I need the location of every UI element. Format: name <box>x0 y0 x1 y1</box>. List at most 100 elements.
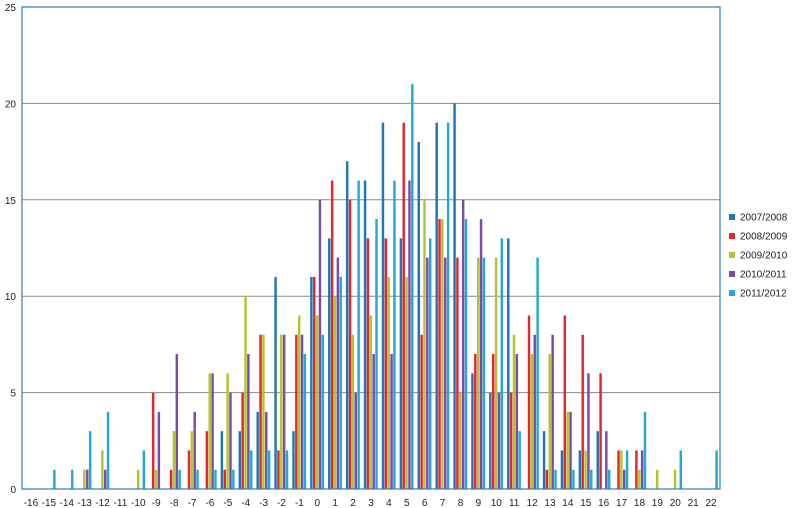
bar <box>405 276 408 489</box>
bar <box>274 276 277 489</box>
bar <box>330 180 334 489</box>
x-tick-label: 7 <box>440 498 446 508</box>
x-tick-label: -7 <box>188 498 197 508</box>
bar <box>548 354 551 489</box>
bar <box>638 469 641 489</box>
bar <box>491 354 495 489</box>
legend-label: 2009/2010 <box>740 251 788 262</box>
bar <box>673 469 677 489</box>
bar <box>402 122 405 490</box>
x-tick-label: -12 <box>95 498 110 508</box>
bar <box>428 238 432 489</box>
x-tick-label: 17 <box>616 498 628 508</box>
legend-item: 2008/2009 <box>729 232 788 243</box>
bar <box>339 276 342 489</box>
legend-item: 2009/2010 <box>729 251 788 262</box>
x-tick-label: -4 <box>241 498 250 508</box>
bar <box>393 180 396 489</box>
bar <box>375 219 378 489</box>
bar <box>142 450 146 489</box>
x-tick-label: -3 <box>259 498 268 508</box>
bar <box>533 334 536 489</box>
bar <box>617 450 620 489</box>
x-tick-label: 15 <box>580 498 592 508</box>
bar <box>435 122 438 490</box>
x-tick-label: 14 <box>562 498 574 508</box>
bar <box>489 392 492 489</box>
x-axis-ticks: -16 -15 -14 -13 -12 -11 -10 -9 -8 -7 -6 -5 -4 -3 -2 -1 0… <box>24 498 717 508</box>
bar <box>208 373 211 489</box>
bar <box>507 238 510 489</box>
bar <box>267 450 271 489</box>
bar <box>190 431 194 489</box>
bar <box>86 469 89 489</box>
x-tick-label: -14 <box>60 498 75 508</box>
bar <box>715 450 718 489</box>
bar <box>643 411 647 489</box>
y-axis-ticks: 0 5 10 15 20 25 <box>5 3 17 496</box>
x-tick-label: -1 <box>295 498 304 508</box>
x-tick-label: 21 <box>688 498 700 508</box>
bar <box>256 411 259 489</box>
bar <box>471 373 474 489</box>
bar <box>536 257 539 489</box>
x-tick-label: 8 <box>458 498 464 508</box>
x-tick-label: 6 <box>422 498 428 508</box>
bar <box>456 257 459 489</box>
bar <box>354 392 357 489</box>
x-tick-label: 10 <box>491 498 503 508</box>
bar <box>623 469 626 489</box>
bar <box>512 334 516 489</box>
bar <box>476 257 480 489</box>
bar <box>527 315 531 489</box>
bar <box>635 450 638 489</box>
bar <box>196 469 199 489</box>
bar <box>563 315 567 489</box>
bar <box>390 354 393 489</box>
x-tick-label: 19 <box>652 498 664 508</box>
x-tick-label: -2 <box>277 498 286 508</box>
x-tick-label: -5 <box>223 498 232 508</box>
bar <box>446 122 450 490</box>
bar <box>620 450 623 489</box>
bar <box>214 469 217 489</box>
bar <box>384 238 388 489</box>
x-tick-label: -13 <box>77 498 92 508</box>
x-tick-label: 3 <box>368 498 374 508</box>
bar <box>497 392 501 489</box>
bar <box>366 238 370 489</box>
bar <box>459 392 462 489</box>
bar <box>453 103 456 490</box>
bar <box>590 469 593 489</box>
bar <box>411 84 414 490</box>
bar <box>363 180 367 489</box>
x-tick-label: 11 <box>509 498 520 508</box>
bar <box>351 334 355 489</box>
bar <box>193 411 196 489</box>
bar <box>479 219 483 489</box>
x-tick-label: 9 <box>476 498 482 508</box>
bar <box>605 431 608 489</box>
bars <box>53 84 718 490</box>
bar <box>178 469 181 489</box>
legend-swatch <box>729 271 735 277</box>
bar <box>187 450 191 489</box>
bar <box>333 296 337 489</box>
bar <box>509 392 513 489</box>
x-tick-label: -8 <box>170 498 179 508</box>
bar <box>211 373 214 489</box>
bar <box>345 161 349 490</box>
x-tick-label: 13 <box>544 498 556 508</box>
bar <box>247 354 250 489</box>
bar <box>551 334 554 489</box>
bar <box>53 469 56 489</box>
bar <box>241 392 244 489</box>
bar <box>244 296 247 489</box>
bar <box>265 411 268 489</box>
bar <box>482 257 486 489</box>
x-tick-label: -9 <box>152 498 161 508</box>
bar <box>581 334 584 489</box>
y-tick-label: 20 <box>5 99 17 110</box>
bar <box>232 469 235 489</box>
bar <box>336 257 340 489</box>
